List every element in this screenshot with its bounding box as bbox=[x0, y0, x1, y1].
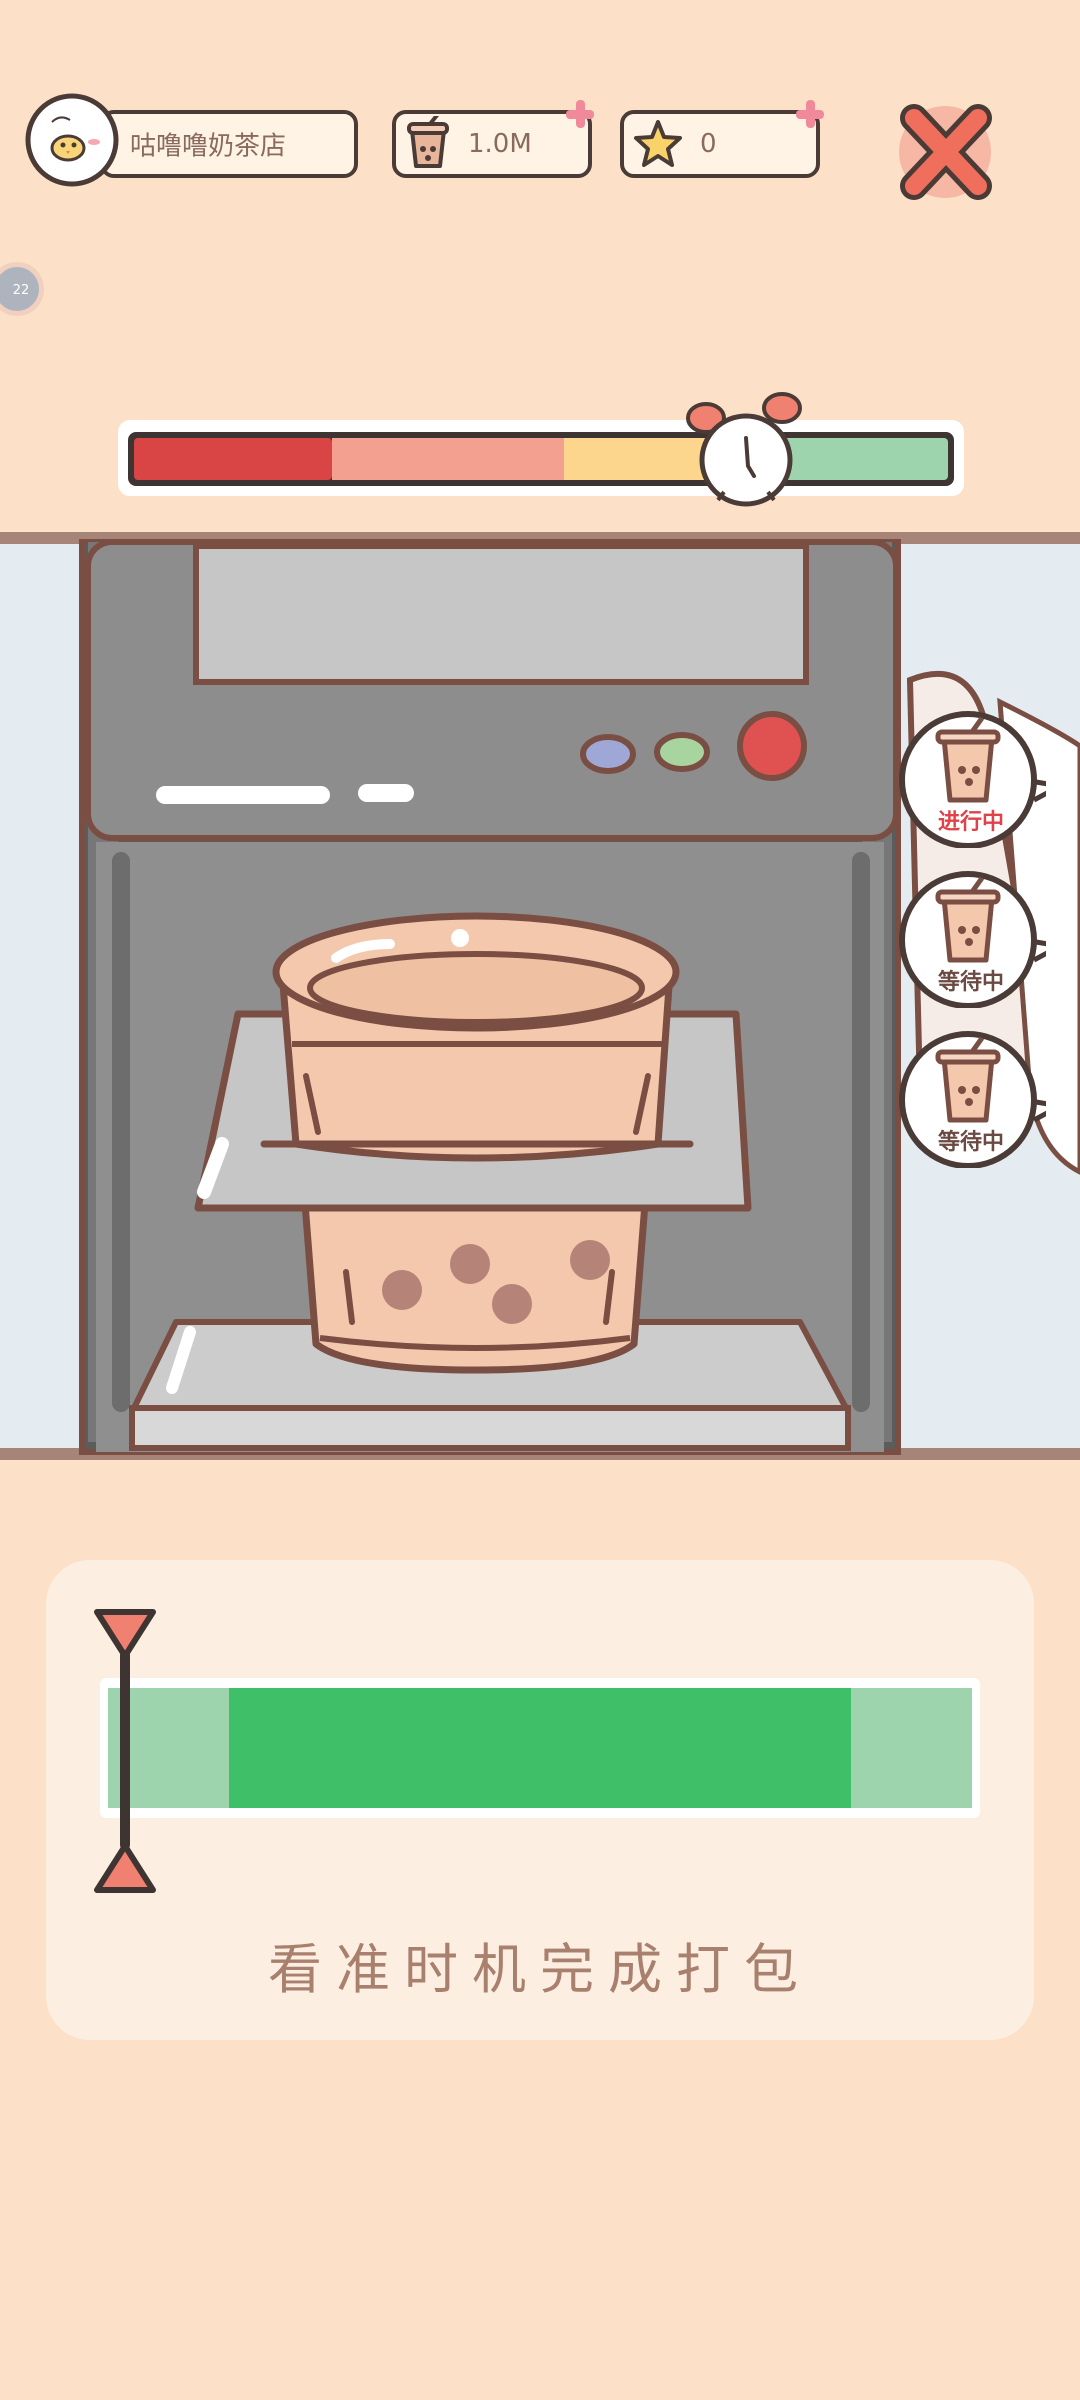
chick-avatar-icon[interactable] bbox=[24, 92, 120, 188]
close-x-icon[interactable] bbox=[886, 92, 1004, 210]
order-bubble-2[interactable]: 等待中 bbox=[896, 868, 1063, 1009]
shop-name-plate: 咕噜噜奶茶店 bbox=[100, 110, 358, 178]
packing-meter[interactable] bbox=[100, 1678, 980, 1818]
timer-segment-pink bbox=[332, 438, 564, 480]
add-coins-button[interactable] bbox=[566, 100, 594, 128]
game-screen: 咕噜噜奶茶店 1.0M 0 22 进行中 等待中 等待中 看准时机完成打包 bbox=[0, 0, 1080, 2400]
side-menu-badge[interactable]: 22 bbox=[0, 262, 44, 316]
coin-counter: 1.0M bbox=[392, 110, 592, 178]
packing-hint: 看准时机完成打包 bbox=[268, 1938, 812, 2001]
star-amount: 0 bbox=[700, 129, 717, 159]
shop-name: 咕噜噜奶茶店 bbox=[130, 131, 287, 162]
star-icon bbox=[632, 118, 684, 170]
milk-tea-cup-icon bbox=[400, 112, 456, 172]
meter-green-zone bbox=[228, 1688, 852, 1808]
star-counter: 0 bbox=[620, 110, 820, 178]
order-status-1: 进行中 bbox=[937, 810, 1004, 835]
coin-amount: 1.0M bbox=[468, 129, 532, 159]
side-badge-text: 22 bbox=[12, 283, 30, 298]
order-status-3: 等待中 bbox=[937, 1130, 1004, 1155]
add-stars-button[interactable] bbox=[796, 100, 824, 128]
timer-bar bbox=[118, 420, 964, 496]
packing-marker bbox=[93, 1606, 157, 1896]
alarm-clock-icon bbox=[684, 380, 814, 510]
timer-segment-red bbox=[134, 438, 332, 480]
order-bubble-3[interactable]: 等待中 bbox=[896, 1028, 1063, 1169]
order-bubble-1[interactable]: 进行中 bbox=[896, 708, 1063, 849]
order-status-2: 等待中 bbox=[937, 970, 1004, 995]
